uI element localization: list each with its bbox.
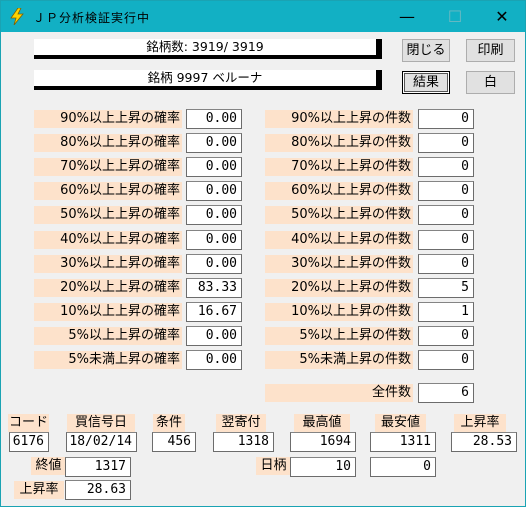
window-title: ＪＰ分析検証実行中 [33,11,151,25]
count-label: 50%以上上昇の件数 [265,206,413,224]
count-label: 40%以上上昇の件数 [265,231,413,249]
count-label: 30%以上上昇の件数 [265,255,413,273]
count-label: 10%以上上昇の件数 [265,303,413,321]
count-label: 20%以上上昇の件数 [265,279,413,297]
count-label: 80%以上上昇の件数 [265,134,413,152]
next-open-label: 翌寄付 [216,414,266,432]
probability-field[interactable]: 0.00 [186,181,242,201]
count-label: 60%以上上昇の件数 [265,182,413,200]
print-button[interactable]: 印刷 [466,39,515,62]
count-field[interactable]: 0 [418,230,474,250]
probability-field[interactable]: 0.00 [186,230,242,250]
buy-date-field[interactable]: 18/02/14 [66,432,137,452]
probability-field[interactable]: 0.00 [186,157,242,177]
title-bar[interactable]: ＪＰ分析検証実行中 — ☐ ✕ [1,1,525,32]
code-label: コード [8,414,49,432]
condition-label: 条件 [153,414,185,432]
probability-field[interactable]: 0.00 [186,350,242,370]
result-button[interactable]: 結果 [402,71,450,94]
condition-field[interactable]: 456 [152,432,196,452]
total-count-field[interactable]: 6 [418,383,474,403]
close-window-button[interactable]: ✕ [479,1,525,32]
total-count-label: 全件数 [265,384,413,402]
low-field[interactable]: 1311 [370,432,436,452]
days-label: 日柄 [256,457,291,475]
close-button[interactable]: 閉じる [402,39,450,62]
probability-field[interactable]: 0.00 [186,205,242,225]
count-field[interactable]: 0 [418,254,474,274]
next-open-field[interactable]: 1318 [213,432,274,452]
probability-label: 20%以上上昇の確率 [34,279,182,297]
close-price-label: 終値 [31,457,66,475]
current-stock-bar: 銘柄 9997 ベルーナ [34,70,382,90]
probability-field[interactable]: 0.00 [186,326,242,346]
count-field[interactable]: 0 [418,133,474,153]
probability-field[interactable]: 0.00 [186,109,242,129]
count-field[interactable]: 0 [418,109,474,129]
probability-label: 70%以上上昇の確率 [34,158,182,176]
probability-label: 40%以上上昇の確率 [34,231,182,249]
probability-label: 90%以上上昇の確率 [34,110,182,128]
probability-label: 5%未満上昇の確率 [34,351,182,369]
app-window: ＪＰ分析検証実行中 — ☐ ✕ 銘柄数: 3919/ 3919 銘柄 9997 … [0,0,526,507]
rise2-label: 上昇率 [14,481,64,499]
code-field[interactable]: 6176 [9,432,49,452]
probability-label: 60%以上上昇の確率 [34,182,182,200]
probability-field[interactable]: 16.67 [186,302,242,322]
rise-label: 上昇率 [454,414,506,432]
extra-field[interactable]: 0 [370,457,436,477]
minimize-button[interactable]: — [384,1,430,32]
rise-field[interactable]: 28.53 [451,432,517,452]
count-label: 5%以上上昇の件数 [265,327,413,345]
probability-label: 50%以上上昇の確率 [34,206,182,224]
high-label: 最高値 [294,414,350,432]
probability-label: 30%以上上昇の確率 [34,255,182,273]
low-label: 最安値 [375,414,426,432]
count-field[interactable]: 0 [418,157,474,177]
count-field[interactable]: 0 [418,350,474,370]
close-price-field[interactable]: 1317 [65,457,131,477]
count-field[interactable]: 5 [418,278,474,298]
rise2-field[interactable]: 28.63 [65,480,131,500]
probability-field[interactable]: 0.00 [186,254,242,274]
count-field[interactable]: 1 [418,302,474,322]
count-label: 90%以上上昇の件数 [265,110,413,128]
probability-label: 5%以上上昇の確率 [34,327,182,345]
days-field[interactable]: 10 [290,457,356,477]
count-label: 5%未満上昇の件数 [265,351,413,369]
client-area: 銘柄数: 3919/ 3919 銘柄 9997 ベルーナ 閉じる 印刷 結果 白… [1,32,525,506]
high-field[interactable]: 1694 [290,432,356,452]
count-field[interactable]: 0 [418,326,474,346]
probability-label: 10%以上上昇の確率 [34,303,182,321]
count-field[interactable]: 0 [418,205,474,225]
probability-field[interactable]: 0.00 [186,133,242,153]
buy-date-label: 買信号日 [67,414,135,432]
probability-field[interactable]: 83.33 [186,278,242,298]
progress-count-bar: 銘柄数: 3919/ 3919 [34,39,382,59]
count-field[interactable]: 0 [418,181,474,201]
white-button[interactable]: 白 [466,71,515,94]
lightning-icon [10,8,24,25]
maximize-button[interactable]: ☐ [432,1,478,32]
probability-label: 80%以上上昇の確率 [34,134,182,152]
count-label: 70%以上上昇の件数 [265,158,413,176]
